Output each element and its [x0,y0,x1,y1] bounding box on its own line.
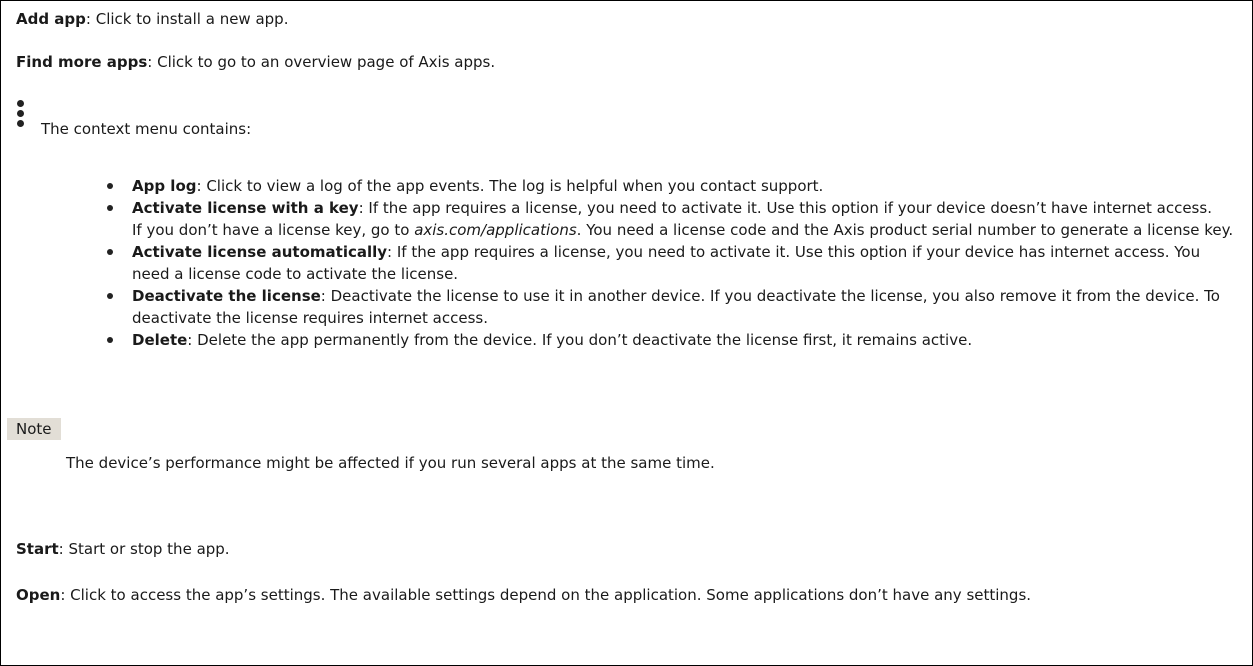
activate-automatically-label: Activate license automatically [132,243,388,261]
activate-with-key-label: Activate license with a key [132,199,359,217]
context-menu-intro: The context menu contains: [41,120,252,138]
list-item-activate-automatically: Activate license automatically: If the a… [107,241,1242,285]
start-text: : Start or stop the app. [58,540,230,558]
delete-text: : Delete the app permanently from the de… [187,331,973,349]
find-more-apps-row: Find more apps: Click to go to an overvi… [16,52,495,72]
applications-link[interactable]: axis.com/applications [414,221,576,239]
start-label: Start [16,540,59,558]
list-item-activate-with-key: Activate license with a key: If the app … [107,197,1242,241]
list-item-delete: Delete: Delete the app permanently from … [107,329,1242,351]
add-app-text: : Click to install a new app. [85,10,289,28]
document-frame: Add app: Click to install a new app. Fin… [0,0,1253,666]
app-log-label: App log [132,177,197,195]
add-app-row: Add app: Click to install a new app. [16,9,288,29]
find-more-apps-label: Find more apps [16,53,148,71]
app-log-text: : Click to view a log of the app events.… [196,177,824,195]
kebab-menu-icon [17,100,25,130]
add-app-label: Add app [16,10,86,28]
deactivate-label: Deactivate the license [132,287,321,305]
activate-with-key-text: : If the app requires a license, you nee… [358,199,1212,217]
open-label: Open [16,586,61,604]
open-row: Open: Click to access the app’s settings… [16,584,1241,606]
start-row: Start: Start or stop the app. [16,539,230,559]
list-item-app-log: App log: Click to view a log of the app … [107,175,1242,197]
open-text: : Click to access the app’s settings. Th… [60,586,1032,604]
find-more-apps-text: : Click to go to an overview page of Axi… [147,53,496,71]
list-item-deactivate: Deactivate the license: Deactivate the l… [107,285,1242,329]
context-menu-list: App log: Click to view a log of the app … [107,175,1242,351]
note-text: The device’s performance might be affect… [66,454,715,472]
note-badge: Note [7,418,61,440]
delete-label: Delete [132,331,188,349]
license-key-hint: If you don’t have a license key, go to a… [132,221,1234,239]
